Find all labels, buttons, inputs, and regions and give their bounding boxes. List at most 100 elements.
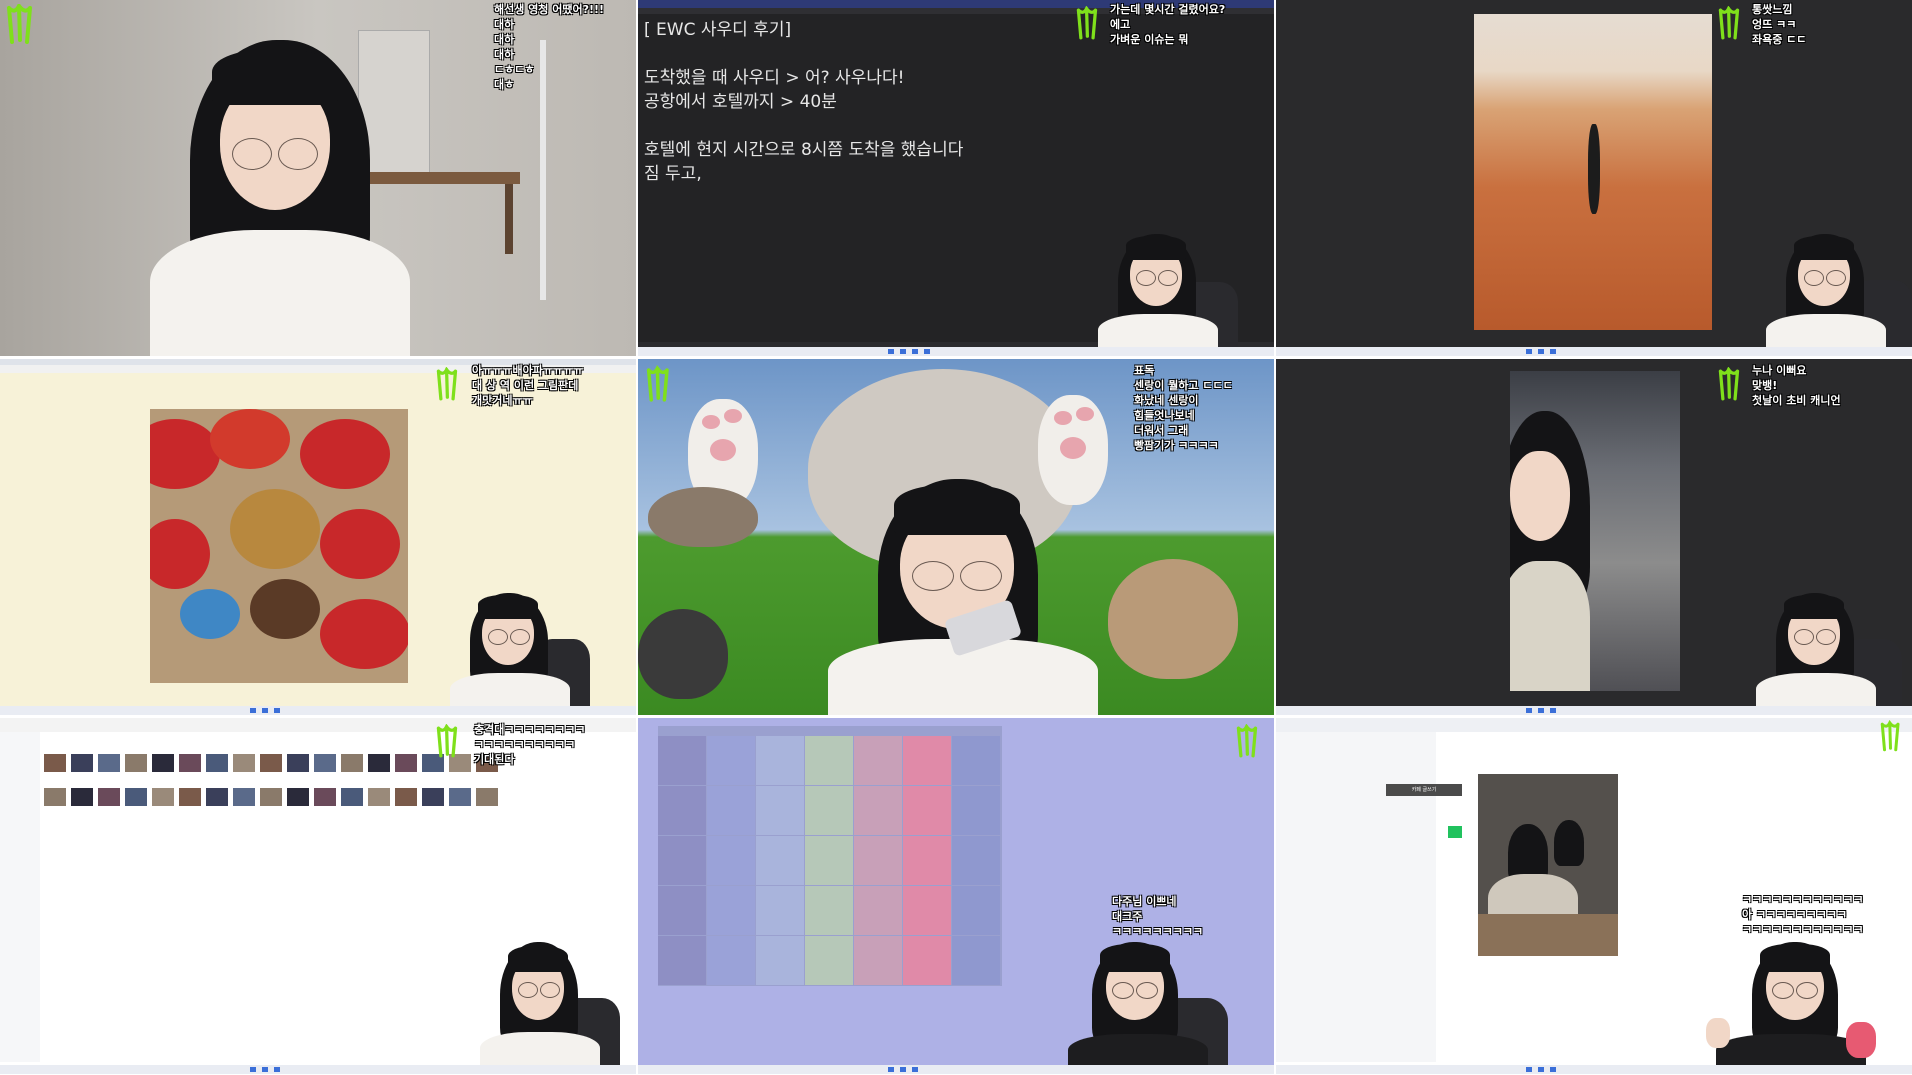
small-cat xyxy=(1108,559,1238,679)
file-thumbnail[interactable] xyxy=(260,754,282,772)
tile-cat-greenscreen: 표독 센랑이 뭘하고 ㄷㄷㄷ 화났네 센랑이 힘들엇나보네 더워서 그래 빵팜기… xyxy=(638,359,1274,715)
file-thumbnail[interactable] xyxy=(341,754,363,772)
calendar-day-cell[interactable] xyxy=(805,836,853,885)
file-thumbnail[interactable] xyxy=(368,788,390,806)
calendar-day-cell[interactable] xyxy=(756,836,804,885)
calendar-day-cell[interactable] xyxy=(805,886,853,935)
streamer-cam xyxy=(1696,938,1886,1074)
file-thumbnail[interactable] xyxy=(314,754,336,772)
file-thumbnail[interactable] xyxy=(71,788,93,806)
file-thumbnail[interactable] xyxy=(341,788,363,806)
tile-desert-photo: 통쌋느낌 엉뜨 ㅋㅋ 좌욕중 ㄷㄷ xyxy=(1276,0,1912,356)
calendar-day-cell[interactable] xyxy=(658,886,706,935)
file-thumbnail[interactable] xyxy=(206,754,228,772)
calendar-day-cell[interactable] xyxy=(952,736,1000,785)
file-thumbnail[interactable] xyxy=(125,788,147,806)
file-thumbnail[interactable] xyxy=(98,754,120,772)
file-thumbnail[interactable] xyxy=(476,788,498,806)
community-sidebar[interactable] xyxy=(1276,732,1436,1062)
file-thumbnail[interactable] xyxy=(287,754,309,772)
calendar-day-cell[interactable] xyxy=(854,936,902,985)
file-thumbnail[interactable] xyxy=(179,788,201,806)
calendar-day-cell[interactable] xyxy=(854,736,902,785)
file-thumbnail[interactable] xyxy=(449,788,471,806)
chat-line: ㅋㅋㅋㅋㅋㅋㅋㅋㅋ xyxy=(1112,925,1204,938)
taskbar xyxy=(638,347,1274,356)
calendar-day-cell[interactable] xyxy=(805,786,853,835)
calendar-day-cell[interactable] xyxy=(805,936,853,985)
file-thumbnail[interactable] xyxy=(287,788,309,806)
chat-overlay: 통쌋느낌 엉뜨 ㅋㅋ 좌욕중 ㄷㄷ xyxy=(1752,2,1806,47)
file-thumbnail[interactable] xyxy=(368,754,390,772)
calendar-day-cell[interactable] xyxy=(658,736,706,785)
selfie-photo xyxy=(1510,371,1680,691)
calendar-day-cell[interactable] xyxy=(756,736,804,785)
streamer-cam xyxy=(1756,230,1912,347)
file-thumbnail[interactable] xyxy=(44,754,66,772)
small-cat xyxy=(648,487,758,547)
file-thumbnail[interactable] xyxy=(233,788,255,806)
calendar-day-cell[interactable] xyxy=(854,836,902,885)
calendar-day-cell[interactable] xyxy=(658,836,706,885)
calendar-day-cell[interactable] xyxy=(658,936,706,985)
file-thumbnail[interactable] xyxy=(206,788,228,806)
calendar-day-cell[interactable] xyxy=(952,936,1000,985)
search-button[interactable] xyxy=(1448,826,1462,838)
tile-file-explorer: 충격대ㅋㅋㅋㅋㅋㅋㅋㅋ ㅋㅋㅋㅋㅋㅋㅋㅋㅋㅋ 기대된다 xyxy=(0,718,636,1074)
file-thumbnail[interactable] xyxy=(314,788,336,806)
monster-logo-icon xyxy=(1718,366,1744,403)
chat-line: 화났네 센랑이 xyxy=(1134,394,1199,407)
file-thumbnail[interactable] xyxy=(260,788,282,806)
file-thumbnail[interactable] xyxy=(179,754,201,772)
browser-tabbar xyxy=(1276,718,1912,732)
calendar-day-cell[interactable] xyxy=(707,736,755,785)
calendar-day-cell[interactable] xyxy=(805,736,853,785)
chat-line: ㅋㅋㅋㅋㅋㅋㅋㅋㅋㅋㅋㅋ xyxy=(1742,893,1864,906)
file-thumbnail[interactable] xyxy=(152,754,174,772)
calendar-day-cell[interactable] xyxy=(658,786,706,835)
schedule-calendar[interactable] xyxy=(658,726,1002,986)
file-thumbnail[interactable] xyxy=(395,754,417,772)
small-cat xyxy=(638,609,728,699)
file-thumbnail[interactable] xyxy=(98,788,120,806)
chat-overlay: 아ㅠㅠㅠ배아파ㅠㅠㅠㅠ 대 상 역 이런 그림판데 개맛거네ㅠㅠ xyxy=(472,363,583,408)
calendar-day-cell[interactable] xyxy=(707,936,755,985)
calendar-day-cell[interactable] xyxy=(903,936,951,985)
calendar-day-cell[interactable] xyxy=(756,936,804,985)
calendar-day-cell[interactable] xyxy=(854,886,902,935)
file-thumbnail[interactable] xyxy=(233,754,255,772)
chat-overlay: 표독 센랑이 뭘하고 ㄷㄷㄷ 화났네 센랑이 힘들엇나보네 더워서 그래 빵팜기… xyxy=(1134,363,1233,453)
calendar-day-cell[interactable] xyxy=(756,786,804,835)
calendar-day-cell[interactable] xyxy=(756,886,804,935)
taskbar xyxy=(1276,1065,1912,1074)
calendar-day-cell[interactable] xyxy=(707,886,755,935)
chat-line: 아 ㅋㅋㅋㅋㅋㅋㅋㅋㅋ xyxy=(1742,908,1848,921)
taskbar xyxy=(1276,706,1912,715)
calendar-day-cell[interactable] xyxy=(903,786,951,835)
calendar-day-cell[interactable] xyxy=(952,886,1000,935)
file-thumbnail[interactable] xyxy=(152,788,174,806)
write-post-button[interactable]: 카페 글쓰기 xyxy=(1386,784,1462,796)
notepad-document[interactable]: [ EWC 사우디 후기] 도착했을 때 사우디 > 어? 사우나다! 공항에서… xyxy=(644,18,963,186)
calendar-day-cell[interactable] xyxy=(854,786,902,835)
file-thumbnail[interactable] xyxy=(71,754,93,772)
tile-notepad: [ EWC 사우디 후기] 도착했을 때 사우디 > 어? 사우나다! 공항에서… xyxy=(638,0,1274,356)
file-thumbnail[interactable] xyxy=(395,788,417,806)
monster-logo-icon xyxy=(436,723,462,760)
file-thumbnail[interactable] xyxy=(125,754,147,772)
chat-line: 힘들엇나보네 xyxy=(1134,409,1195,422)
explorer-sidebar[interactable] xyxy=(0,732,40,1062)
calendar-day-cell[interactable] xyxy=(707,836,755,885)
file-thumbnail[interactable] xyxy=(422,788,444,806)
calendar-day-cell[interactable] xyxy=(952,836,1000,885)
calendar-day-cell[interactable] xyxy=(952,786,1000,835)
chat-line: ㄷㅎㄷㅎ xyxy=(494,63,535,76)
chat-line: 개맛거네ㅠㅠ xyxy=(472,394,533,407)
calendar-day-cell[interactable] xyxy=(903,736,951,785)
calendar-day-cell[interactable] xyxy=(903,836,951,885)
file-thumbnail[interactable] xyxy=(44,788,66,806)
calendar-day-cell[interactable] xyxy=(707,786,755,835)
chat-overlay: 다주님 이쁘네 대크주 ㅋㅋㅋㅋㅋㅋㅋㅋㅋ xyxy=(1112,894,1203,939)
calendar-day-cell[interactable] xyxy=(903,886,951,935)
doc-line: 공항에서 호텔까지 > 40분 xyxy=(644,92,837,112)
